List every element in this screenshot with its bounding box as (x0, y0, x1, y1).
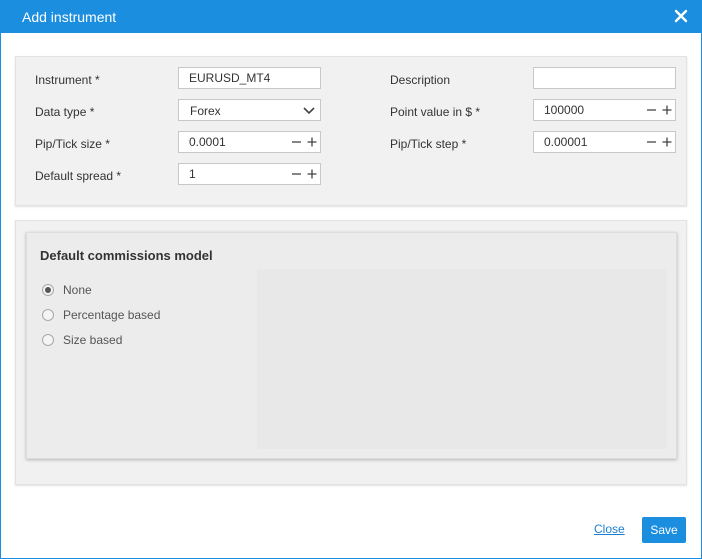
description-input[interactable] (534, 68, 675, 88)
radio-label-percentage-based: Percentage based (63, 308, 161, 322)
point-value-input[interactable] (534, 100, 642, 120)
description-field[interactable] (533, 67, 676, 89)
pip-tick-size-input[interactable] (179, 132, 287, 152)
close-icon[interactable] (670, 5, 692, 27)
radio-button-none[interactable] (42, 284, 54, 296)
pip-tick-size-stepper[interactable] (178, 131, 321, 153)
minus-icon[interactable] (289, 164, 304, 184)
point-value-label: Point value in $ * (390, 105, 481, 119)
default-spread-stepper[interactable] (178, 163, 321, 185)
minus-icon[interactable] (289, 132, 304, 152)
dialog-title: Add instrument (22, 9, 117, 25)
plus-icon[interactable] (660, 100, 675, 120)
commissions-title: Default commissions model (40, 248, 213, 263)
plus-icon[interactable] (660, 132, 675, 152)
data-type-select[interactable]: Forex (178, 99, 321, 121)
pip-tick-step-input[interactable] (534, 132, 642, 152)
commissions-details-area (257, 269, 667, 449)
radio-button-size-based[interactable] (42, 334, 54, 346)
default-spread-input[interactable] (179, 164, 287, 184)
pip-tick-size-label: Pip/Tick size * (35, 137, 110, 151)
save-button[interactable]: Save (642, 517, 686, 543)
commissions-panel: Default commissions model None Percentag… (15, 220, 687, 485)
close-link[interactable]: Close (594, 522, 625, 536)
pip-tick-step-stepper[interactable] (533, 131, 676, 153)
pip-tick-step-label: Pip/Tick step * (390, 137, 467, 151)
data-type-value: Forex (190, 104, 221, 118)
radio-button-percentage-based[interactable] (42, 309, 54, 321)
default-spread-label: Default spread * (35, 169, 122, 183)
data-type-label: Data type * (35, 105, 95, 119)
chevron-down-icon[interactable] (298, 100, 320, 120)
radio-label-none: None (63, 283, 92, 297)
point-value-stepper[interactable] (533, 99, 676, 121)
instrument-input[interactable] (179, 68, 320, 88)
plus-icon[interactable] (305, 132, 320, 152)
plus-icon[interactable] (305, 164, 320, 184)
radio-label-size-based: Size based (63, 333, 123, 347)
commissions-card: Default commissions model None Percentag… (26, 232, 677, 459)
description-label: Description (390, 73, 451, 87)
dialog-titlebar: Add instrument (0, 0, 702, 33)
minus-icon[interactable] (644, 132, 659, 152)
instrument-field[interactable] (178, 67, 321, 89)
minus-icon[interactable] (644, 100, 659, 120)
instrument-label: Instrument * (35, 73, 100, 87)
